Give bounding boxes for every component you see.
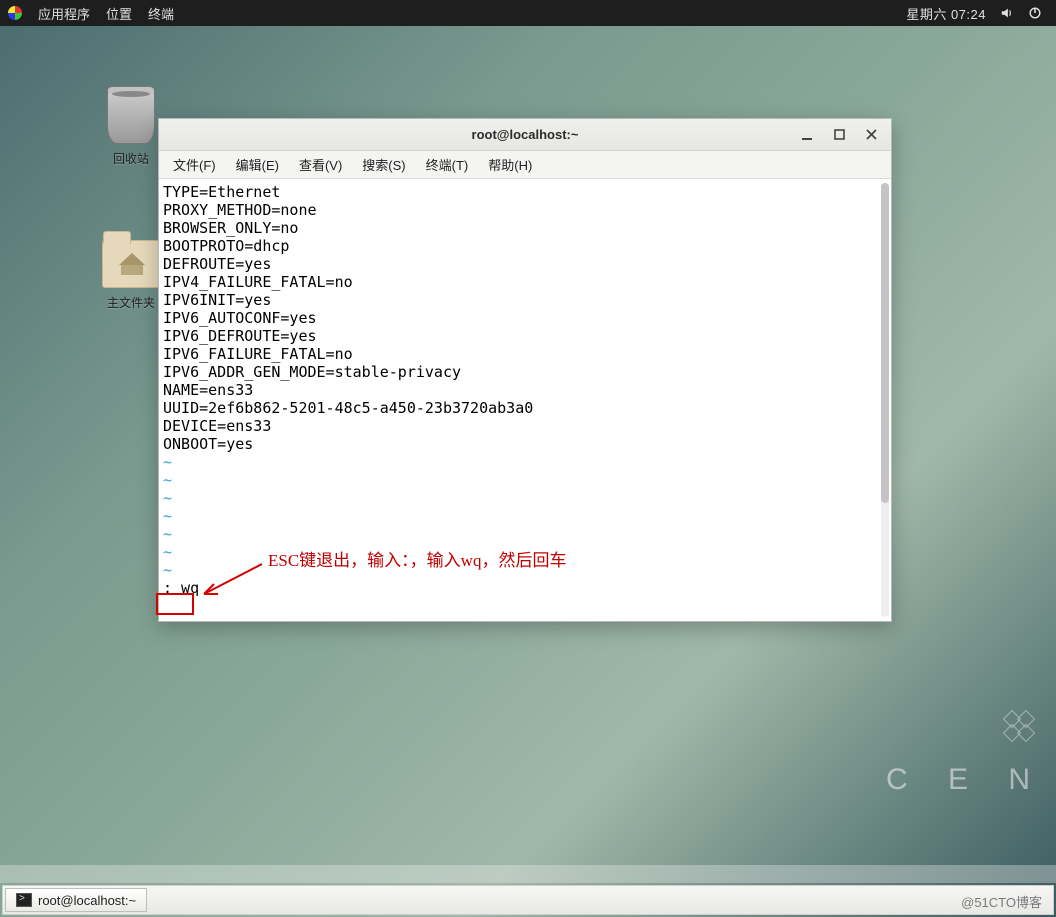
centos-logo-icon [996,703,1042,749]
menu-terminal-menu[interactable]: 终端(T) [418,153,477,176]
minimize-button[interactable] [793,125,821,145]
maximize-button[interactable] [825,125,853,145]
desktop-trash[interactable]: 回收站 [96,86,166,167]
menu-places[interactable]: 位置 [106,4,132,23]
centos-text: C E N [886,763,1046,797]
terminal-text[interactable]: TYPE=Ethernet PROXY_METHOD=none BROWSER_… [163,183,887,597]
menu-search[interactable]: 搜索(S) [354,153,413,176]
image-watermark: @51CTO博客 [961,892,1042,911]
window-title: root@localhost:~ [159,127,891,142]
close-button[interactable] [857,125,885,145]
menu-help[interactable]: 帮助(H) [480,153,540,176]
menu-file[interactable]: 文件(F) [165,153,224,176]
power-icon[interactable] [1028,6,1042,20]
bottom-taskbar: root@localhost:~ [2,885,1054,915]
terminal-icon [16,893,32,907]
menu-edit[interactable]: 编辑(E) [228,153,287,176]
desktop-home-folder[interactable]: 主文件夹 [96,240,166,311]
taskbar-item-terminal[interactable]: root@localhost:~ [5,888,147,912]
volume-icon[interactable] [1000,6,1014,20]
trash-icon [107,86,155,144]
scrollbar[interactable] [881,183,889,617]
home-label: 主文件夹 [96,294,166,311]
annotation-text: ESC键退出，输入：，输入wq，然后回车 [268,546,566,571]
menu-view[interactable]: 查看(V) [291,153,350,176]
menubar: 文件(F) 编辑(E) 查看(V) 搜索(S) 终端(T) 帮助(H) [159,151,891,179]
trash-label: 回收站 [96,150,166,167]
menu-terminal[interactable]: 终端 [148,4,174,23]
apps-icon [8,6,22,20]
top-panel: 应用程序 位置 终端 星期六 07:24 [0,0,1056,26]
taskbar-item-label: root@localhost:~ [38,893,136,908]
scrollbar-thumb[interactable] [881,183,889,503]
panel-strip [0,865,1056,883]
clock[interactable]: 星期六 07:24 [906,4,986,23]
menu-applications[interactable]: 应用程序 [38,4,90,23]
titlebar[interactable]: root@localhost:~ [159,119,891,151]
home-folder-icon [102,240,160,288]
